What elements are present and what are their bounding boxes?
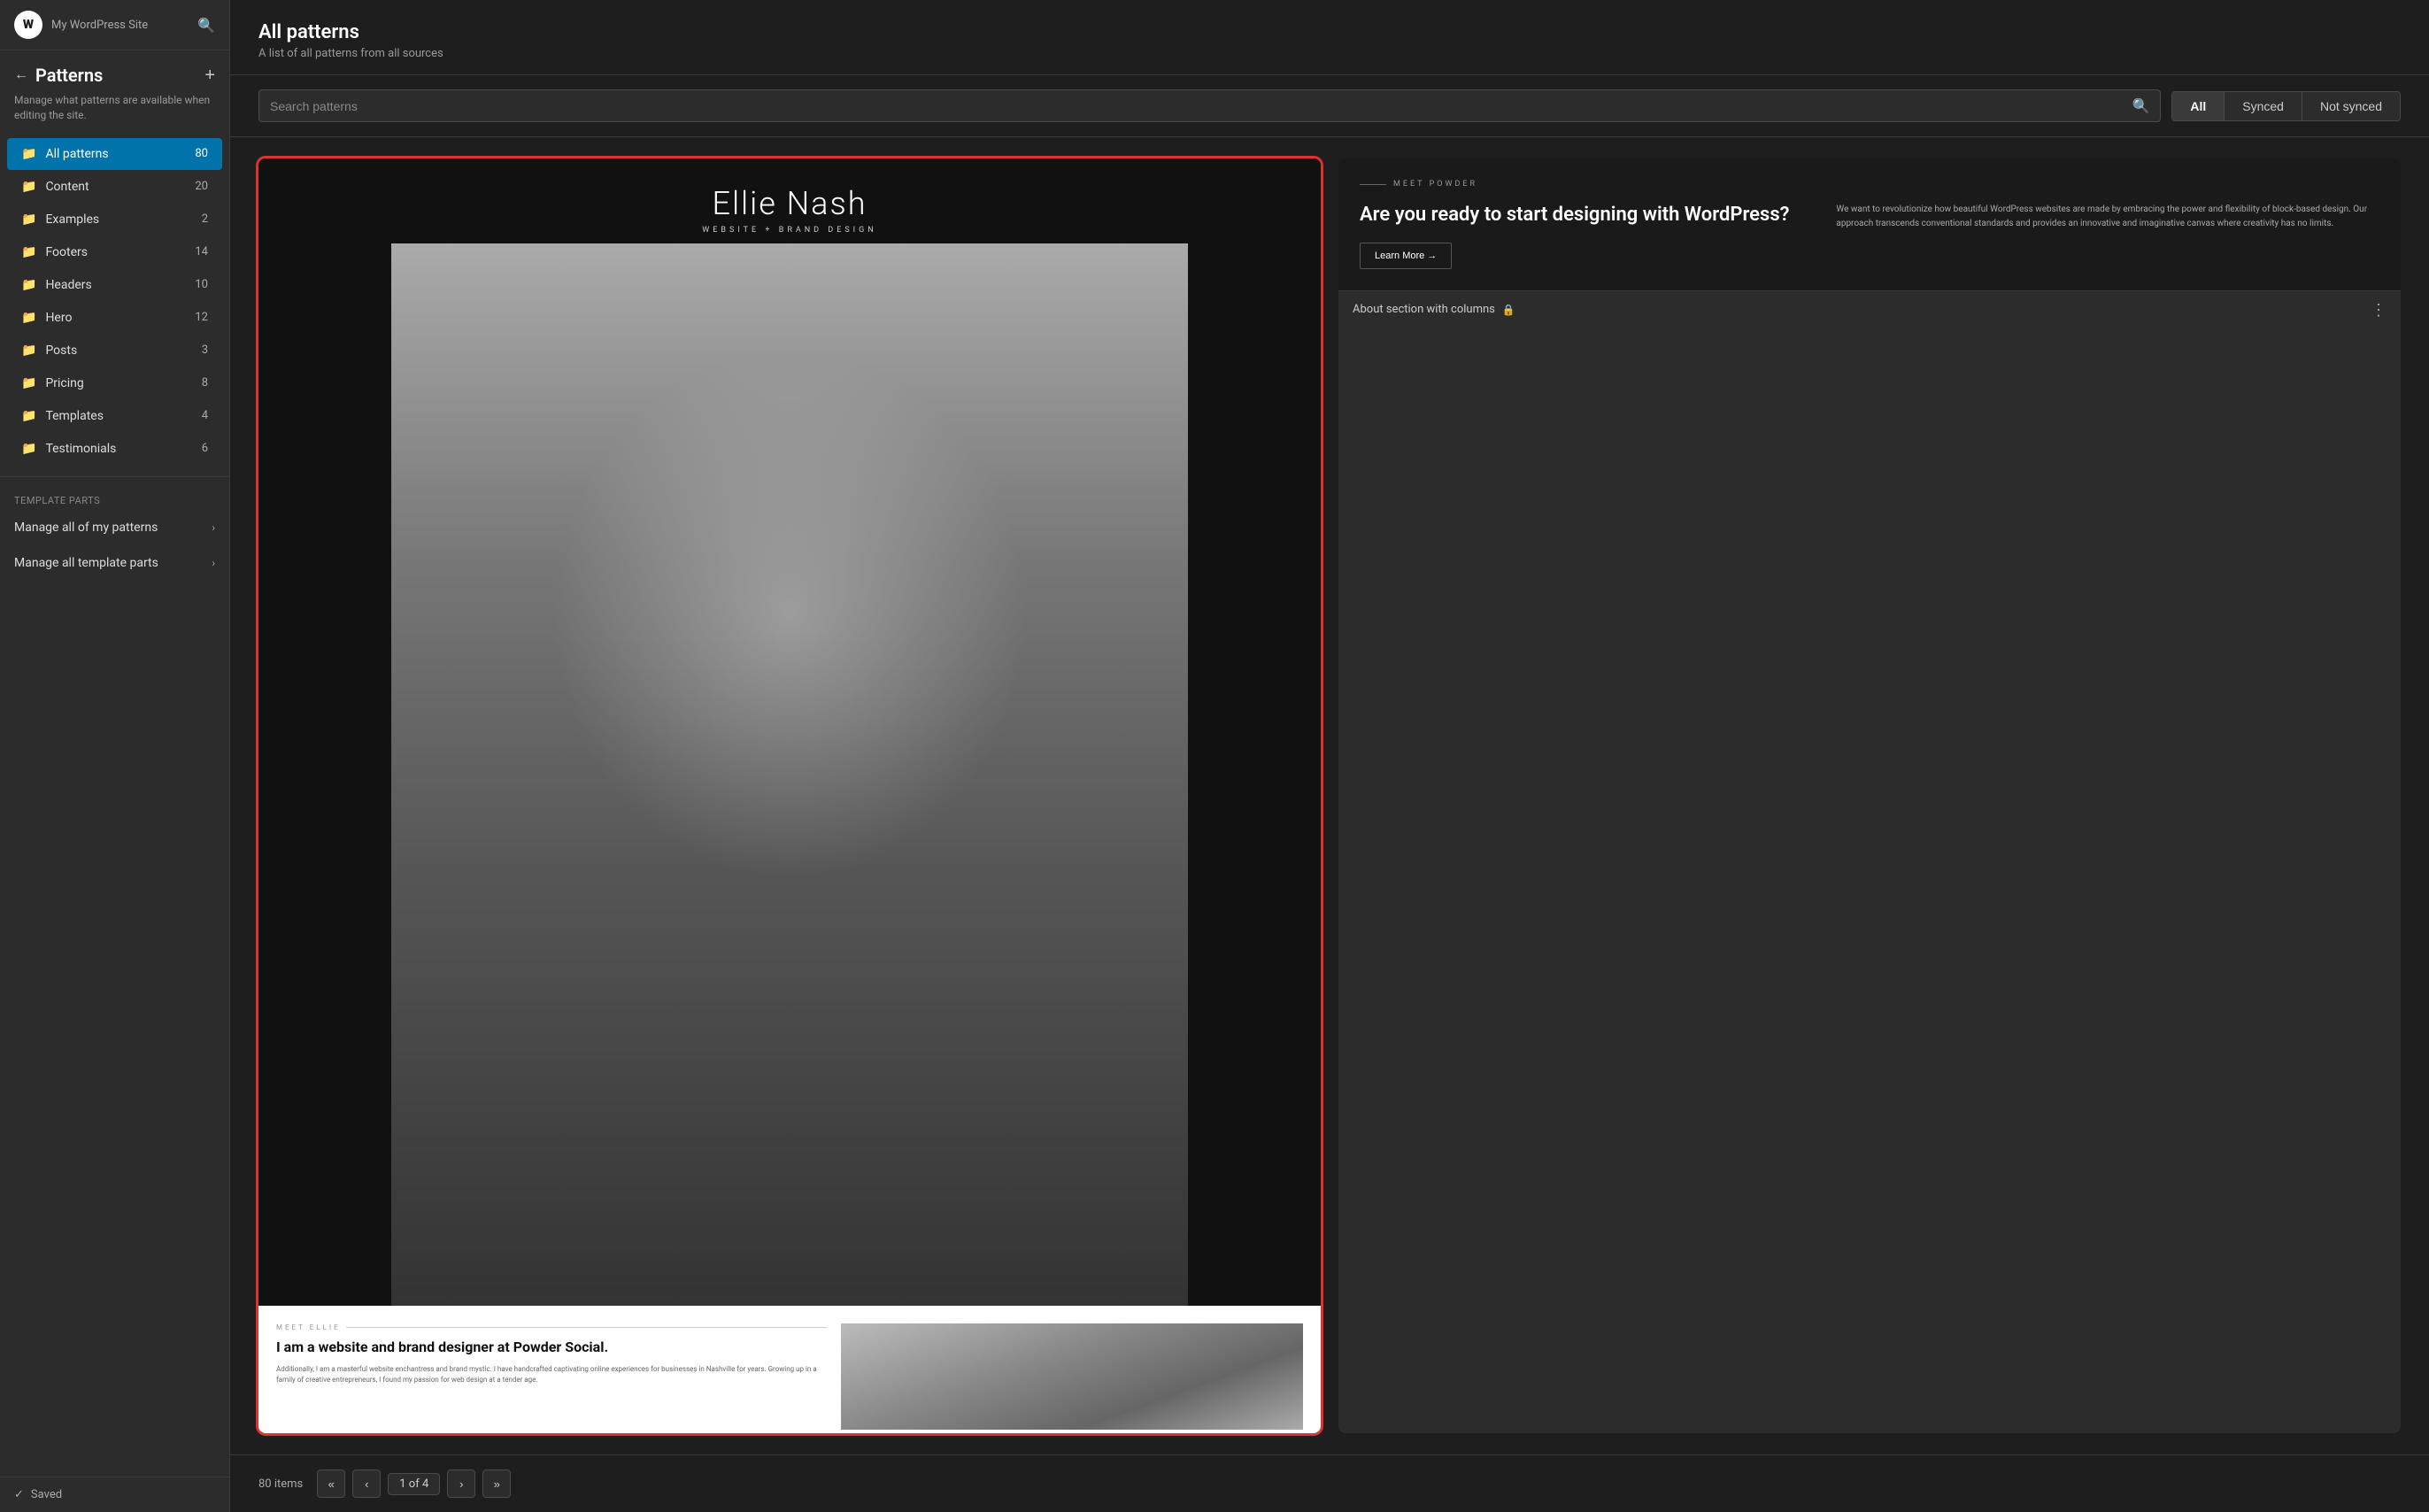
pattern-label: About section with columns: [1353, 303, 1495, 316]
learn-more-button[interactable]: Learn More →: [1360, 243, 1452, 269]
nav-count: 10: [195, 278, 208, 291]
main-header: All patterns A list of all patterns from…: [230, 0, 2429, 75]
nav-label: All patterns: [45, 147, 108, 161]
search-filter-bar: 🔍 AllSyncedNot synced: [230, 75, 2429, 137]
add-pattern-button[interactable]: +: [204, 66, 215, 86]
pagination: 80 items « ‹ 1 of 4 › »: [230, 1454, 2429, 1512]
folder-icon: 📁: [21, 409, 36, 423]
nav-label: Headers: [45, 278, 91, 292]
sidebar-item-footers[interactable]: 📁 Footers 14: [7, 236, 222, 268]
first-page-button[interactable]: «: [317, 1470, 345, 1498]
back-button[interactable]: ←: [14, 67, 28, 83]
sidebar-item-testimonials[interactable]: 📁 Testimonials 6: [7, 433, 222, 465]
sidebar-item-content[interactable]: 📁 Content 20: [7, 171, 222, 203]
sidebar: W My WordPress Site 🔍 ← Patterns + Manag…: [0, 0, 230, 1512]
search-icon: 🔍: [2132, 97, 2149, 114]
chevron-right-icon: ›: [212, 557, 215, 569]
sidebar-item-pricing[interactable]: 📁 Pricing 8: [7, 367, 222, 399]
nav-count: 20: [195, 180, 208, 193]
ellie-side-photo: [841, 1323, 1303, 1430]
about-heading: Are you ready to start designing with Wo…: [1360, 203, 1818, 228]
filter-tabs: AllSyncedNot synced: [2171, 91, 2401, 121]
meet-powder-label: MEET POWDER: [1360, 180, 2379, 189]
last-page-button[interactable]: »: [482, 1470, 511, 1498]
sidebar-top: W My WordPress Site 🔍: [0, 0, 229, 50]
ellie-body: Additionally, I am a masterful website e…: [276, 1364, 827, 1385]
folder-icon: 📁: [21, 180, 36, 194]
site-name: My WordPress Site: [51, 19, 189, 32]
divider: [0, 476, 229, 477]
folder-icon: 📁: [21, 442, 36, 456]
sidebar-title: Patterns: [35, 65, 103, 86]
pattern-menu-button[interactable]: ⋮: [2371, 302, 2387, 318]
items-count: 80 items: [258, 1477, 303, 1491]
prev-page-button[interactable]: ‹: [352, 1470, 381, 1498]
patterns-header: ← Patterns +: [0, 50, 229, 93]
about-body: We want to revolutionize how beautiful W…: [1836, 203, 2379, 231]
manage-templates-link[interactable]: Manage all template parts ›: [0, 545, 229, 581]
nav-count: 4: [202, 409, 208, 422]
filter-tab-synced[interactable]: Synced: [2225, 92, 2302, 120]
nav-label: Footers: [45, 245, 88, 259]
ellie-name: Ellie Nash: [276, 185, 1303, 222]
nav-label: Pricing: [45, 376, 83, 390]
sidebar-item-templates[interactable]: 📁 Templates 4: [7, 400, 222, 432]
ellie-photo: [391, 243, 1188, 1306]
nav-label: Hero: [45, 311, 72, 325]
folder-icon: 📁: [21, 311, 36, 325]
next-page-button[interactable]: ›: [447, 1470, 475, 1498]
folder-icon: 📁: [21, 147, 36, 161]
folder-icon: 📁: [21, 376, 36, 390]
sidebar-item-examples[interactable]: 📁 Examples 2: [7, 204, 222, 235]
search-input[interactable]: [270, 99, 2124, 113]
nav-label: Examples: [45, 212, 99, 227]
nav-count: 12: [195, 311, 208, 324]
current-page: 1 of 4: [388, 1473, 440, 1495]
nav-count: 80: [195, 147, 208, 160]
patterns-grid: Ellie Nash WEBSITE + BRAND DESIGN MEET E…: [230, 137, 2429, 1454]
main-content: All patterns A list of all patterns from…: [230, 0, 2429, 1512]
nav-count: 3: [202, 343, 208, 357]
nav-label: Posts: [45, 343, 77, 358]
pattern-preview: MEET POWDER Are you ready to start desig…: [1338, 158, 2401, 290]
chevron-right-icon: ›: [212, 521, 215, 534]
manage-patterns-link[interactable]: Manage all of my patterns ›: [0, 510, 229, 545]
nav-count: 2: [202, 212, 208, 226]
sidebar-item-posts[interactable]: 📁 Posts 3: [7, 335, 222, 366]
nav-label: Content: [45, 180, 89, 194]
nav-count: 14: [195, 245, 208, 258]
page-subtitle: A list of all patterns from all sources: [258, 47, 2401, 60]
nav-label: Testimonials: [45, 442, 116, 456]
nav-count: 8: [202, 376, 208, 390]
filter-tab-all[interactable]: All: [2172, 92, 2225, 120]
meet-ellie-label: MEET ELLIE: [276, 1323, 827, 1331]
pattern-card-about-section[interactable]: MEET POWDER Are you ready to start desig…: [1338, 158, 2401, 1433]
ellie-headline: I am a website and brand designer at Pow…: [276, 1338, 827, 1357]
folder-icon: 📁: [21, 343, 36, 358]
sidebar-item-headers[interactable]: 📁 Headers 10: [7, 269, 222, 301]
pattern-card-ellie-nash[interactable]: Ellie Nash WEBSITE + BRAND DESIGN MEET E…: [258, 158, 1321, 1433]
search-icon[interactable]: 🔍: [197, 17, 215, 34]
pattern-preview: Ellie Nash WEBSITE + BRAND DESIGN MEET E…: [258, 158, 1321, 1433]
sidebar-item-all-patterns[interactable]: 📁 All patterns 80: [7, 138, 222, 170]
sidebar-item-hero[interactable]: 📁 Hero 12: [7, 302, 222, 334]
folder-icon: 📁: [21, 245, 36, 259]
nav-count: 6: [202, 442, 208, 455]
page-title: All patterns: [258, 21, 2401, 43]
lock-icon: 🔒: [1502, 304, 1515, 316]
saved-status: ✓ Saved: [0, 1477, 229, 1512]
search-container: 🔍: [258, 89, 2161, 122]
ellie-tagline: WEBSITE + BRAND DESIGN: [276, 226, 1303, 235]
pattern-card-label: About section with columns 🔒 ⋮: [1338, 290, 2401, 328]
wp-logo: W: [14, 11, 42, 39]
folder-icon: 📁: [21, 278, 36, 292]
nav-list: 📁 All patterns 80 📁 Content 20 📁 Example…: [0, 137, 229, 466]
nav-label: Templates: [45, 409, 104, 423]
section-label: TEMPLATE PARTS: [0, 488, 229, 510]
folder-icon: 📁: [21, 212, 36, 227]
filter-tab-not-synced[interactable]: Not synced: [2302, 92, 2400, 120]
sidebar-description: Manage what patterns are available when …: [0, 93, 229, 137]
